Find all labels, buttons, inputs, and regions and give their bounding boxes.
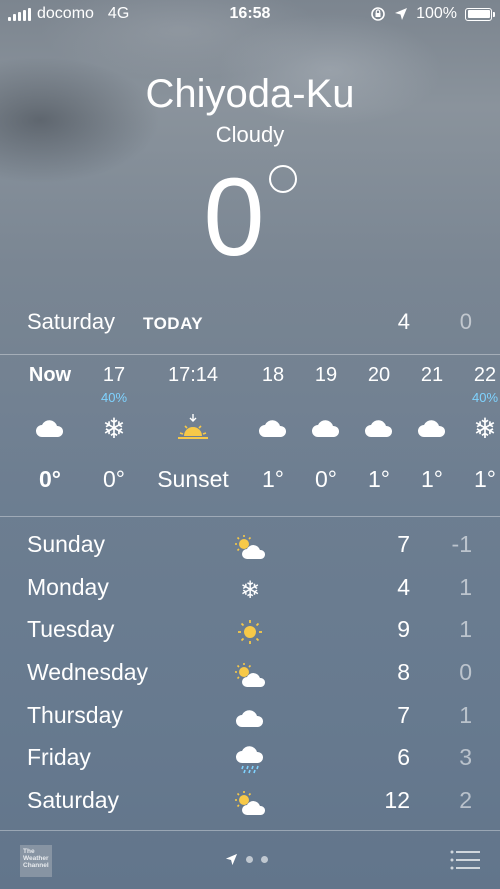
today-row: Saturday TODAY 4 0 [0, 309, 500, 339]
daily-high: 9 [397, 616, 410, 643]
daily-row: Wednesday 8 0 [0, 655, 500, 698]
daily-day: Monday [27, 573, 109, 600]
daily-day: Saturday [27, 787, 120, 814]
cloud-icon [36, 420, 64, 437]
daily-low: 1 [459, 701, 472, 728]
snowflake-icon: ❄ [239, 575, 261, 604]
page-indicator[interactable] [225, 853, 268, 866]
daily-day: Thursday [27, 701, 123, 728]
hour-temp: 1° [474, 466, 496, 492]
daily-low: 1 [459, 573, 472, 600]
status-right: 100% [370, 5, 495, 23]
hour-precip: 40% [471, 390, 499, 405]
current-temp-value: 0 [203, 156, 265, 279]
hour-temp: 0° [103, 466, 125, 492]
daily-low: 3 [459, 744, 472, 771]
page-dot-icon[interactable] [261, 856, 268, 863]
battery-icon [465, 7, 495, 21]
daily-row: Tuesday 9 1 [0, 612, 500, 655]
hour-item: 22 40% ❄ 1° [440, 364, 500, 493]
daily-high: 7 [397, 531, 410, 557]
daily-day: Tuesday [27, 616, 115, 643]
hour-item: 17 40% ❄ 0° [69, 364, 159, 493]
snowflake-icon: ❄ [473, 411, 497, 445]
location-arrow-icon [395, 8, 408, 20]
snowflake-icon: ❄ [102, 411, 126, 445]
hourly-forecast[interactable]: Now 0° 17 40% ❄ 0° 17:14 Sunset 18 1° 19 [0, 364, 500, 514]
daily-row: Monday ❄ 4 1 [0, 570, 500, 613]
battery-percent: 100% [416, 5, 457, 22]
daily-forecast[interactable]: Sunday 7 -1 Monday ❄ 4 1 Tuesday 9 1 Wed… [0, 527, 500, 826]
today-tag: TODAY [143, 314, 204, 333]
daily-high: 6 [397, 744, 410, 771]
rain-cloud-icon [236, 746, 264, 774]
condition-label: Cloudy [215, 122, 285, 147]
daily-high: 8 [397, 659, 410, 686]
daily-high: 12 [384, 787, 410, 814]
today-low: 0 [459, 309, 472, 334]
hour-precip [148, 390, 238, 408]
daily-row: Sunday 7 -1 [0, 527, 500, 570]
hour-time: 22 [473, 364, 497, 386]
daily-low: 0 [459, 659, 472, 686]
weather-channel-logo[interactable]: The Weather Channel [20, 845, 52, 877]
orientation-lock-icon [371, 7, 385, 21]
divider [0, 354, 500, 355]
degree-symbol [268, 165, 297, 193]
status-bar: docomo 4G 16:58 100% [0, 0, 500, 28]
hour-temp: Sunset [157, 466, 229, 492]
cloud-icon [236, 709, 264, 727]
daily-day: Wednesday [27, 659, 149, 686]
partly-sunny-icon [235, 535, 266, 559]
today-high: 4 [397, 309, 410, 334]
current-temperature: 0 [0, 163, 500, 273]
hour-time: 17 [102, 364, 126, 386]
partly-sunny-icon [235, 791, 266, 816]
bottom-toolbar: The Weather Channel [0, 831, 500, 889]
list-icon[interactable] [450, 850, 480, 870]
location-arrow-icon [225, 853, 238, 866]
daily-low: 2 [459, 787, 472, 814]
daily-low: -1 [451, 531, 472, 557]
daily-day: Sunday [27, 531, 106, 557]
sunset-icon [178, 414, 208, 439]
daily-row: Thursday 7 1 [0, 698, 500, 741]
daily-row: Friday 6 3 [0, 740, 500, 783]
hour-precip: 40% [100, 390, 128, 405]
hour-item: 17:14 Sunset [148, 364, 238, 493]
daily-day: Friday [27, 744, 91, 771]
page-dot-icon[interactable] [246, 856, 253, 863]
divider [0, 516, 500, 517]
sun-icon [238, 620, 262, 645]
daily-low: 1 [459, 616, 472, 643]
hour-time: 17:14 [167, 364, 219, 386]
daily-row: Saturday 12 2 [0, 783, 500, 826]
today-day: Saturday [27, 309, 116, 334]
city-name: Chiyoda-Ku [145, 72, 355, 116]
daily-high: 4 [397, 573, 410, 600]
daily-high: 7 [397, 701, 410, 728]
partly-sunny-icon [235, 663, 266, 688]
